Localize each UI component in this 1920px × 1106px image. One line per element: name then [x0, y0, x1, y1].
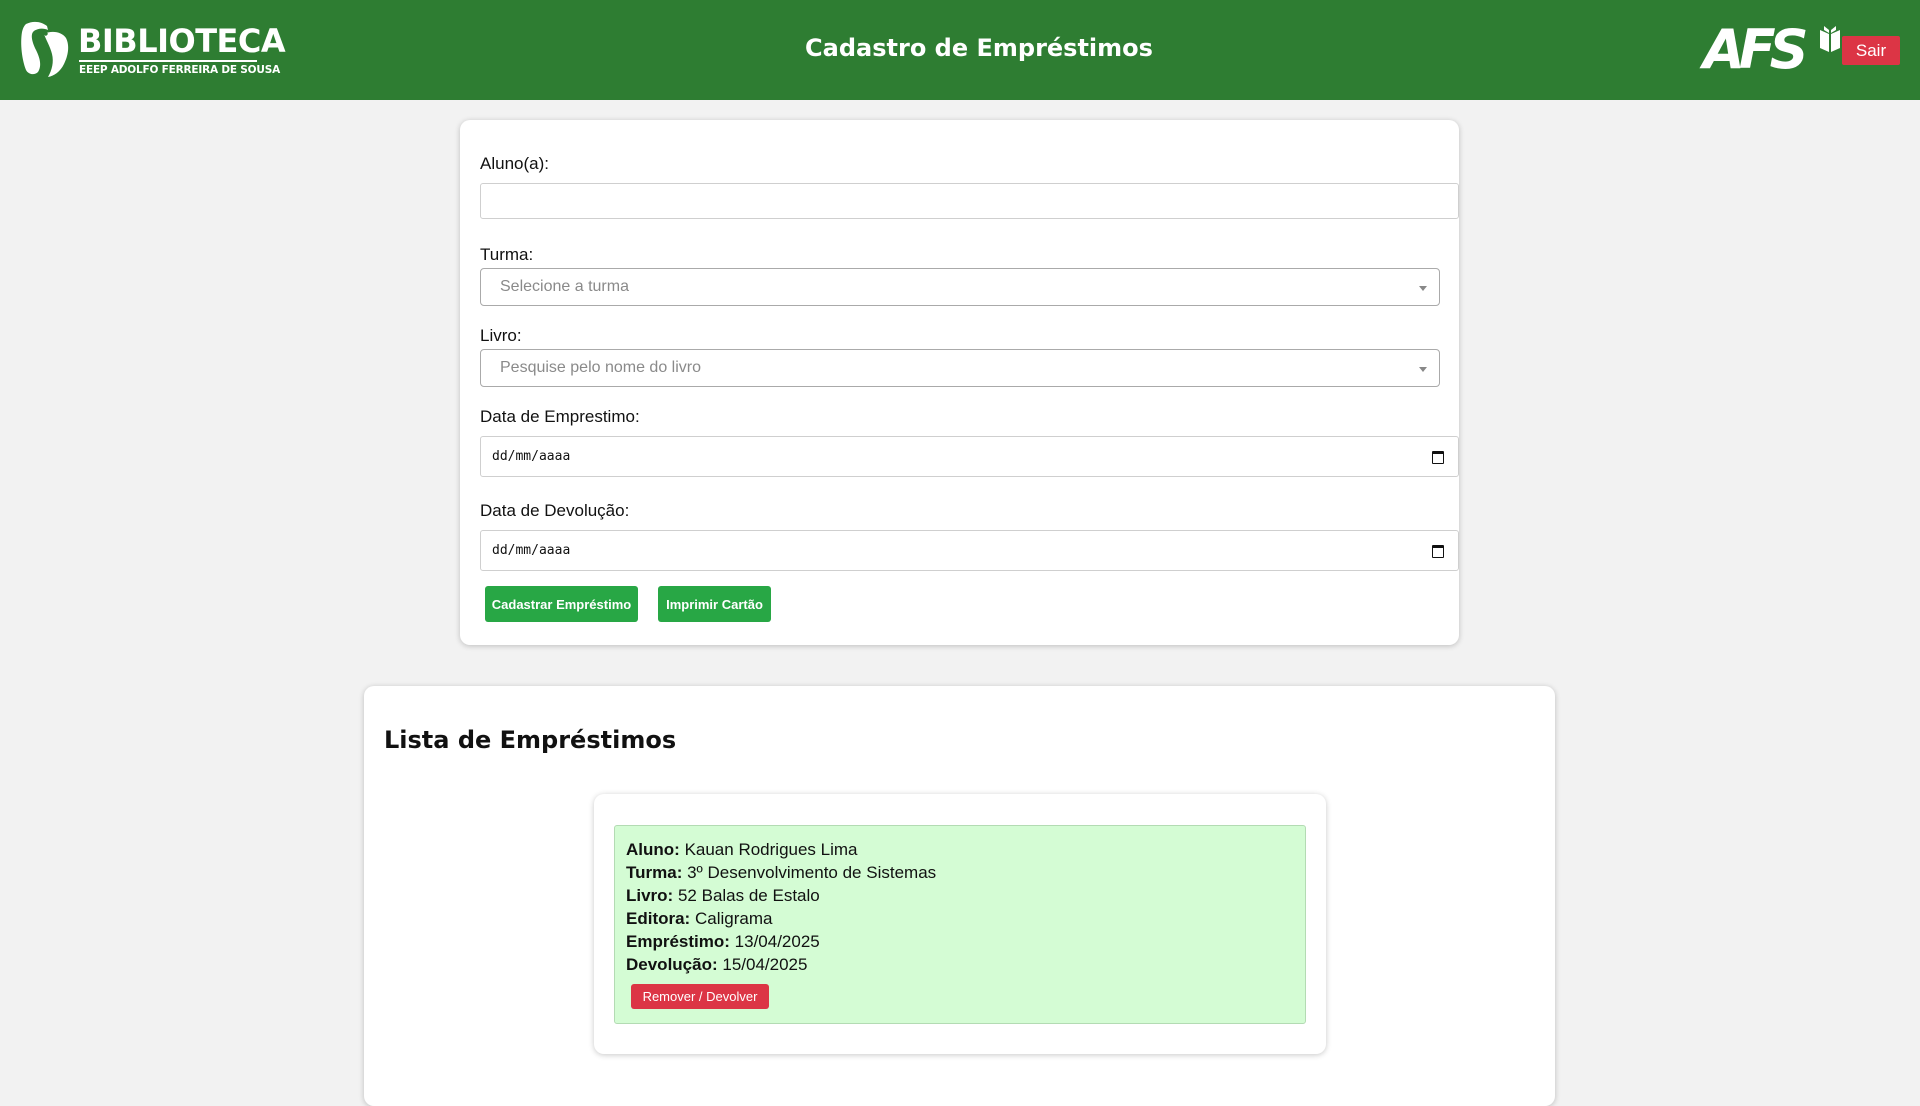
remove-return-button[interactable]: Remover / Devolver: [631, 984, 769, 1009]
return-date-key: Devolução:: [626, 955, 718, 974]
list-item: Aluno: Kauan Rodrigues Lima Turma: 3º De…: [614, 825, 1306, 1024]
book-select[interactable]: Pesquise pelo nome do livro: [480, 349, 1440, 387]
class-select[interactable]: Selecione a turma: [480, 268, 1440, 306]
loan-class-key: Turma:: [626, 863, 683, 882]
loan-class-value: 3º Desenvolvimento de Sistemas: [687, 863, 937, 882]
book-icon: [1820, 26, 1840, 52]
loan-date-value: 13/04/2025: [734, 932, 820, 951]
loan-date-key: Empréstimo:: [626, 932, 730, 951]
loan-book: Livro: 52 Balas de Estalo: [626, 886, 820, 906]
print-card-button[interactable]: Imprimir Cartão: [658, 586, 771, 622]
return-date-placeholder: dd/mm/aaaa: [492, 543, 571, 558]
student-input[interactable]: [480, 183, 1459, 219]
register-loan-button[interactable]: Cadastrar Empréstimo: [485, 586, 638, 622]
loan-date-label: Data de Emprestimo:: [480, 407, 640, 426]
loan-publisher-value: Caligrama: [694, 909, 773, 928]
loan-student-key: Aluno:: [626, 840, 680, 859]
loan-student: Aluno: Kauan Rodrigues Lima: [626, 840, 858, 860]
loan-date-placeholder: dd/mm/aaaa: [492, 449, 571, 464]
afs-logo-icon: AFS: [1703, 18, 1843, 81]
return-date-input[interactable]: dd/mm/aaaa: [480, 530, 1459, 571]
loan-book-value: 52 Balas de Estalo: [677, 886, 820, 905]
loan-book-key: Livro:: [626, 886, 674, 905]
loan-publisher-key: Editora:: [626, 909, 691, 928]
return-date-value: 15/04/2025: [722, 955, 808, 974]
loan-date-input[interactable]: dd/mm/aaaa: [480, 436, 1459, 477]
dropdown-arrow-icon: [1419, 367, 1427, 372]
class-select-placeholder: Selecione a turma: [500, 278, 629, 295]
return-date: Devolução: 15/04/2025: [626, 955, 807, 975]
class-label: Turma:: [480, 245, 534, 264]
brand-subtitle: EEEP ADOLFO FERREIRA DE SOUSA: [79, 64, 280, 76]
loan-date: Empréstimo: 13/04/2025: [626, 932, 820, 952]
student-label: Aluno(a):: [480, 154, 549, 173]
loan-form-card: Aluno(a): Turma: Selecione a turma Livro…: [460, 120, 1459, 645]
dropdown-arrow-icon: [1419, 286, 1427, 291]
loan-card: Aluno: Kauan Rodrigues Lima Turma: 3º De…: [594, 794, 1326, 1054]
loan-publisher: Editora: Caligrama: [626, 909, 772, 929]
loan-class: Turma: 3º Desenvolvimento de Sistemas: [626, 863, 936, 883]
calendar-icon[interactable]: [1432, 545, 1444, 558]
afs-logo-text: AFS: [1703, 18, 1809, 81]
book-label: Livro:: [480, 326, 522, 345]
top-header: BIBLIOTECA EEEP ADOLFO FERREIRA DE SOUSA…: [0, 0, 1920, 100]
book-select-placeholder: Pesquise pelo nome do livro: [500, 359, 702, 376]
logout-button[interactable]: Sair: [1842, 36, 1900, 65]
page-title: Cadastro de Empréstimos: [805, 34, 1153, 62]
loan-list-card: Lista de Empréstimos Aluno: Kauan Rodrig…: [364, 686, 1555, 1106]
loan-student-value: Kauan Rodrigues Lima: [684, 840, 858, 859]
loan-list-title: Lista de Empréstimos: [384, 726, 677, 754]
calendar-icon[interactable]: [1432, 451, 1444, 464]
return-date-label: Data de Devolução:: [480, 501, 630, 520]
